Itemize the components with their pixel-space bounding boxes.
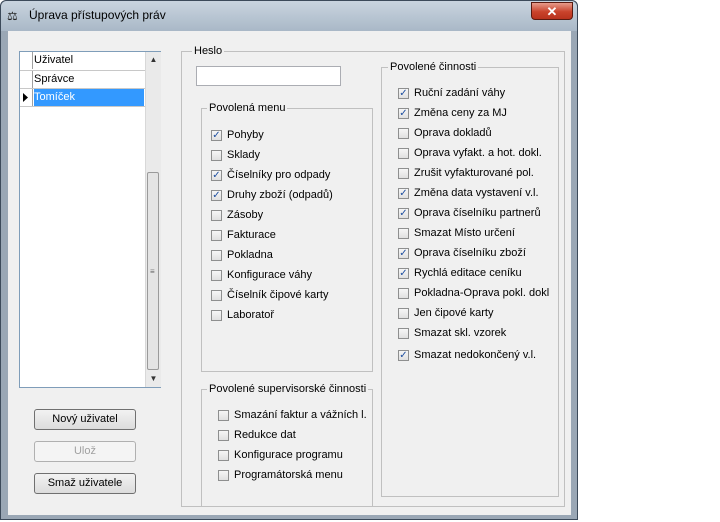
- checkbox-label: Konfigurace programu: [234, 449, 343, 461]
- checkmark-icon[interactable]: ✓: [398, 88, 409, 99]
- header-indicator-cell: [20, 52, 33, 69]
- checkmark-icon[interactable]: ✓: [211, 170, 222, 181]
- checkmark-icon[interactable]: ✓: [398, 248, 409, 259]
- empty-checkbox-icon[interactable]: [211, 150, 222, 161]
- checkbox-label: Redukce dat: [234, 429, 296, 441]
- user-list-header: Uživatel: [20, 52, 145, 71]
- checkbox-label: Oprava číselníku partnerů: [414, 207, 541, 219]
- empty-checkbox-icon[interactable]: [211, 310, 222, 321]
- checkbox-label: Druhy zboží (odpadů): [227, 189, 333, 201]
- checkbox-label: Rychlá editace ceníku: [414, 267, 522, 279]
- new-user-button[interactable]: Nový uživatel: [34, 409, 136, 430]
- checkbox-label: Oprava číselníku zboží: [414, 247, 526, 259]
- empty-checkbox-icon[interactable]: [398, 148, 409, 159]
- scroll-down-arrow-icon[interactable]: ▼: [146, 371, 161, 386]
- window-title: Úprava přístupových práv: [29, 8, 166, 22]
- empty-checkbox-icon[interactable]: [398, 228, 409, 239]
- current-row-arrow-icon: [23, 93, 28, 102]
- empty-checkbox-icon[interactable]: [398, 128, 409, 139]
- close-button[interactable]: ✕: [531, 2, 573, 20]
- row-indicator-cell: [20, 71, 33, 88]
- checkbox-label: Konfigurace váhy: [227, 269, 312, 281]
- checkbox-label: Smazat nedokončený v.l.: [414, 349, 537, 361]
- checkbox-label: Sklady: [227, 149, 261, 161]
- empty-checkbox-icon[interactable]: [211, 270, 222, 281]
- empty-checkbox-icon[interactable]: [398, 168, 409, 179]
- user-list[interactable]: Uživatel Správce Tomíček ▲ ≡ ▼: [19, 51, 161, 388]
- password-label: Heslo: [192, 45, 225, 58]
- delete-user-button[interactable]: Smaž uživatele: [34, 473, 136, 494]
- empty-checkbox-icon[interactable]: [211, 230, 222, 241]
- checkbox-label: Oprava dokladů: [414, 127, 492, 139]
- password-input[interactable]: [196, 66, 341, 86]
- checkmark-icon[interactable]: ✓: [398, 108, 409, 119]
- user-column-header: Uživatel: [34, 54, 74, 66]
- scroll-up-arrow-icon[interactable]: ▲: [146, 52, 161, 67]
- scroll-thumb[interactable]: ≡: [147, 172, 159, 370]
- empty-checkbox-icon[interactable]: [398, 328, 409, 339]
- grip-icon: ≡: [150, 267, 155, 276]
- user-name: Správce: [34, 73, 75, 85]
- checkmark-icon[interactable]: ✓: [211, 190, 222, 201]
- empty-checkbox-icon[interactable]: [211, 210, 222, 221]
- dialog-client-area: Uživatel Správce Tomíček ▲ ≡ ▼ Nový uživ…: [8, 31, 571, 515]
- save-button[interactable]: Ulož: [34, 441, 136, 462]
- checkbox-label: Číselník čipové karty: [227, 289, 329, 301]
- empty-checkbox-icon[interactable]: [218, 430, 229, 441]
- menus-group-title: Povolená menu: [207, 102, 288, 115]
- row-indicator-cell: [20, 89, 33, 106]
- checkbox-label: Laboratoř: [227, 309, 275, 321]
- checkbox-label: Fakturace: [227, 229, 276, 241]
- supervisor-group-title: Povolené supervisorské činnosti: [207, 383, 369, 396]
- checkbox-label: Oprava vyfakt. a hot. dokl.: [414, 147, 542, 159]
- checkmark-icon[interactable]: ✓: [398, 350, 409, 361]
- checkbox-label: Zrušit vyfakturované pol.: [414, 167, 534, 179]
- empty-checkbox-icon[interactable]: [218, 410, 229, 421]
- empty-checkbox-icon[interactable]: [398, 308, 409, 319]
- empty-checkbox-icon[interactable]: [218, 450, 229, 461]
- checkbox-label: Smazat Místo určení: [414, 227, 515, 239]
- checkmark-icon[interactable]: ✓: [211, 130, 222, 141]
- checkbox-label: Programátorská menu: [234, 469, 343, 481]
- dialog-window: ⚖ Úprava přístupových práv ✕ Uživatel Sp…: [0, 0, 578, 520]
- checkbox-label: Změna data vystavení v.l.: [414, 187, 539, 199]
- checkmark-icon[interactable]: ✓: [398, 188, 409, 199]
- scales-icon: ⚖: [7, 9, 18, 23]
- checkbox-label: Číselníky pro odpady: [227, 169, 331, 181]
- checkbox-label: Smazání faktur a vážních l.: [234, 409, 367, 421]
- checkbox-label: Změna ceny za MJ: [414, 107, 507, 119]
- empty-checkbox-icon[interactable]: [398, 288, 409, 299]
- grid-line: [20, 106, 145, 107]
- checkbox-label: Pohyby: [227, 129, 264, 141]
- checkbox-label: Smazat skl. vzorek: [414, 327, 507, 339]
- checkbox-label: Pokladna-Oprava pokl. dokl: [414, 287, 550, 299]
- supervisor-group: [201, 389, 373, 507]
- user-name: Tomíček: [34, 89, 144, 106]
- activities-group-title: Povolené činnosti: [388, 61, 479, 74]
- empty-checkbox-icon[interactable]: [218, 470, 229, 481]
- checkbox-label: Ruční zadání váhy: [414, 87, 506, 99]
- checkbox-label: Zásoby: [227, 209, 264, 221]
- checkmark-icon[interactable]: ✓: [398, 208, 409, 219]
- empty-checkbox-icon[interactable]: [211, 250, 222, 261]
- title-bar[interactable]: ⚖ Úprava přístupových práv ✕: [1, 1, 577, 31]
- checkmark-icon[interactable]: ✓: [398, 268, 409, 279]
- empty-checkbox-icon[interactable]: [211, 290, 222, 301]
- checkbox-label: Jen čipové karty: [414, 307, 494, 319]
- checkbox-label: Pokladna: [227, 249, 273, 261]
- user-list-scrollbar[interactable]: ▲ ≡ ▼: [145, 52, 161, 387]
